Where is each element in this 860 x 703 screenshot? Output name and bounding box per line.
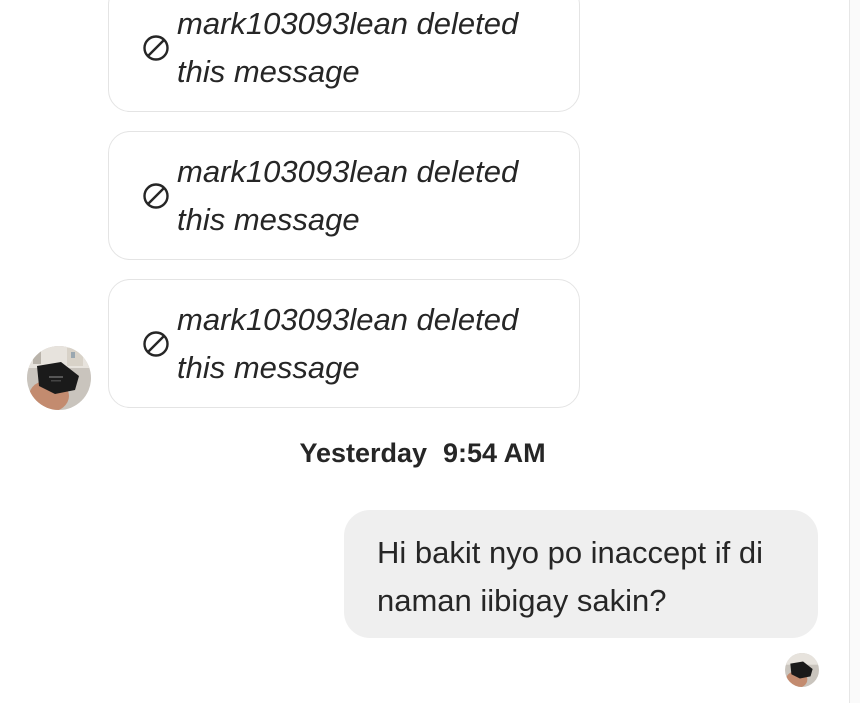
- deleted-message-text: mark103093lean deleted this message: [177, 301, 519, 385]
- ban-icon: [143, 34, 169, 61]
- timestamp-time: 9:54 AM: [443, 438, 546, 468]
- deleted-message-text: mark103093lean deleted this message: [177, 5, 519, 89]
- timestamp-day: Yesterday: [299, 438, 428, 468]
- sent-message-bubble[interactable]: Hi bakit nyo po inaccept if di naman iib…: [344, 510, 818, 638]
- sender-avatar-image: [27, 346, 91, 410]
- deleted-message-bubble[interactable]: mark103093lean deleted this message: [108, 0, 580, 112]
- seen-receipt-avatar-image: [785, 653, 819, 687]
- sent-message-text: Hi bakit nyo po inaccept if di naman iib…: [377, 535, 763, 618]
- seen-receipt-avatar: [785, 653, 819, 687]
- deleted-message-text: mark103093lean deleted this message: [177, 153, 519, 237]
- message-timestamp: Yesterday 9:54 AM: [0, 438, 845, 469]
- deleted-message-bubble[interactable]: mark103093lean deleted this message: [108, 279, 580, 408]
- sender-avatar[interactable]: [27, 346, 91, 410]
- ban-icon: [143, 182, 169, 209]
- deleted-message-bubble[interactable]: mark103093lean deleted this message: [108, 131, 580, 260]
- scrollbar-track[interactable]: [849, 0, 860, 703]
- ban-icon: [143, 330, 169, 357]
